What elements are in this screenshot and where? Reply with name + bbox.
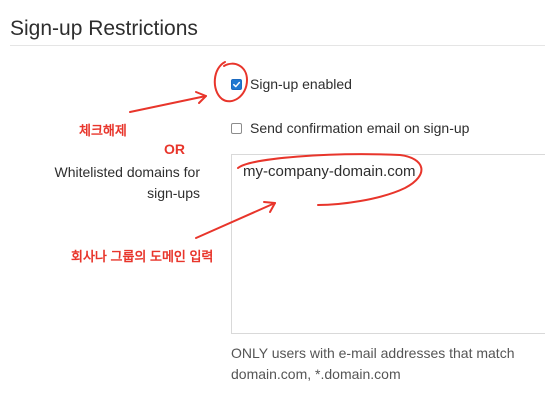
section-title: Sign-up Restrictions [10,17,198,40]
whitelist-domains-value: my-company-domain.com [243,163,416,180]
send-confirmation-row[interactable]: Send confirmation email on sign-up [231,120,469,136]
annotation-or: OR [164,141,185,157]
annotation-enter-domain: 회사나 그룹의 도메인 입력 [71,249,214,264]
signup-enabled-row[interactable]: Sign-up enabled [231,76,352,92]
annotation-uncheck: 체크해제 [79,123,127,138]
section-divider [10,45,545,46]
whitelist-help-line1: ONLY users with e-mail addresses that ma… [231,345,515,361]
checkmark-icon [233,81,241,87]
whitelist-domains-textarea[interactable] [231,154,545,334]
send-confirmation-checkbox[interactable] [231,122,242,134]
signup-enabled-checkbox[interactable] [231,78,242,90]
whitelist-help-line2: domain.com, *.domain.com [231,366,401,382]
whitelist-label: Whitelisted domains for sign-ups [20,162,200,204]
send-confirmation-label: Send confirmation email on sign-up [250,120,470,136]
whitelist-label-line2: sign-ups [147,185,200,201]
annotation-arrow-checkbox [129,95,207,113]
signup-enabled-label: Sign-up enabled [250,76,352,92]
whitelist-label-line1: Whitelisted domains for [54,164,200,180]
whitelist-help-text: ONLY users with e-mail addresses that ma… [231,343,515,385]
